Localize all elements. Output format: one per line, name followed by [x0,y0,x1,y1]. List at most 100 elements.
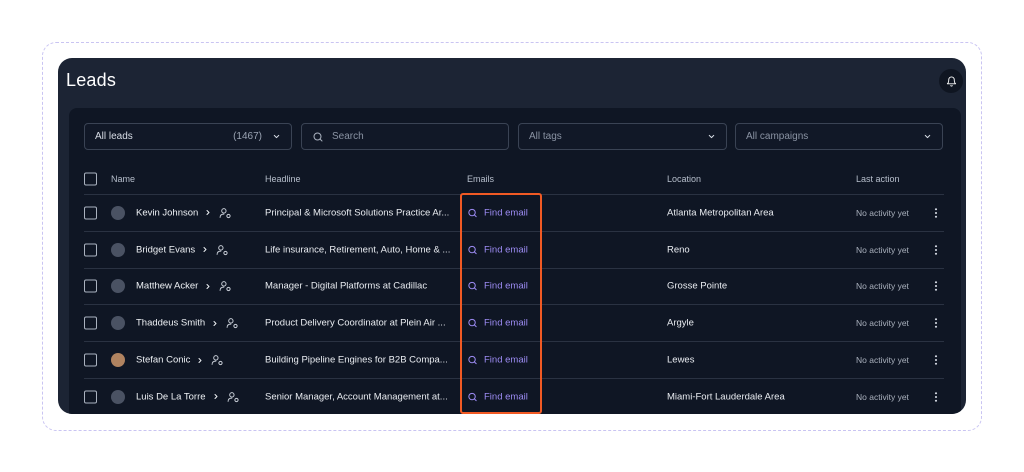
lead-location: Grosse Pointe [667,280,728,292]
more-vertical-icon[interactable] [933,391,939,403]
user-settings-icon[interactable] [226,317,239,330]
row-checkbox[interactable] [84,390,97,404]
more-vertical-icon[interactable] [933,280,939,292]
chevron-right-icon [206,210,210,216]
find-email-button[interactable]: Find email [467,355,528,366]
row-checkbox[interactable] [84,243,97,257]
table-header: Name Headline Emails Location Last actio… [84,163,944,195]
tags-select[interactable]: All tags [518,123,727,150]
user-settings-icon[interactable] [227,390,240,403]
notifications-button[interactable] [939,69,963,93]
table-row[interactable]: Stefan Conic Building Pipeline Engines f… [84,342,944,379]
leads-list-label: All leads [95,131,133,142]
leads-app: Leads All leads (1467) Search All tags A… [58,58,966,414]
search-icon [468,392,477,402]
campaigns-select[interactable]: All campaigns [735,123,943,150]
lead-headline: Product Delivery Coordinator at Plein Ai… [265,317,446,329]
avatar [111,353,125,368]
more-vertical-icon[interactable] [933,317,939,329]
search-placeholder: Search [332,131,364,142]
leads-list-select[interactable]: All leads (1467) [84,123,292,150]
more-vertical-icon[interactable] [933,244,939,256]
header-headline[interactable]: Headline [265,174,301,184]
campaigns-label: All campaigns [746,131,809,142]
find-email-label: Find email [484,280,528,292]
search-icon [468,245,477,254]
avatar [111,205,125,220]
lead-location: Reno [667,244,690,256]
lead-headline: Principal & Microsoft Solutions Practice… [265,207,450,219]
header-name[interactable]: Name [111,174,135,184]
page-title: Leads [66,70,117,90]
find-email-button[interactable]: Find email [467,207,528,218]
chevron-down-icon [708,134,715,139]
search-icon [313,132,323,141]
lead-name: Matthew Acker [136,280,199,292]
user-settings-icon[interactable] [219,280,232,293]
avatar [111,279,125,294]
more-vertical-icon[interactable] [933,207,939,219]
lead-name-link[interactable]: Stefan Conic [136,354,224,367]
header-location[interactable]: Location [667,174,701,184]
lead-name-link[interactable]: Matthew Acker [136,280,232,293]
row-checkbox[interactable] [84,279,97,293]
lead-name: Thaddeus Smith [136,317,206,329]
leads-count: (1467) [233,131,262,142]
row-checkbox[interactable] [84,206,97,220]
find-email-button[interactable]: Find email [467,318,528,329]
lead-headline: Life insurance, Retirement, Auto, Home &… [265,244,451,256]
avatar [111,389,125,404]
search-icon [468,208,477,218]
find-email-label: Find email [484,317,528,329]
table-row[interactable]: Kevin Johnson Principal & Microsoft Solu… [84,195,944,232]
find-email-button[interactable]: Find email [467,391,528,402]
table-row[interactable]: Luis De La Torre Senior Manager, Account… [84,379,944,414]
find-email-label: Find email [484,391,528,403]
lead-headline: Senior Manager, Account Management at... [265,391,448,403]
tags-label: All tags [529,131,562,142]
bell-icon [946,76,956,87]
avatar [111,316,125,331]
user-settings-icon[interactable] [219,206,232,219]
table-row[interactable]: Matthew Acker Manager - Digital Platform… [84,269,944,306]
row-checkbox[interactable] [84,353,97,367]
lead-name-link[interactable]: Thaddeus Smith [136,317,239,330]
last-action: No activity yet [856,207,909,218]
lead-location: Argyle [667,317,694,329]
lead-name-link[interactable]: Luis De La Torre [136,390,240,403]
chevron-down-icon [273,134,280,139]
search-input[interactable]: Search [301,123,509,150]
find-email-button[interactable]: Find email [467,244,528,255]
table-row[interactable]: Bridget Evans Life insurance, Retirement… [84,232,944,269]
lead-name: Luis De La Torre [136,391,206,403]
header-last-action[interactable]: Last action [856,174,900,184]
lead-name-link[interactable]: Bridget Evans [136,243,229,256]
lead-headline: Building Pipeline Engines for B2B Compa.… [265,354,448,366]
table-row[interactable]: Thaddeus Smith Product Delivery Coordina… [84,305,944,343]
row-checkbox[interactable] [84,316,97,330]
lead-name: Stefan Conic [136,354,191,366]
chevron-right-icon [203,247,207,253]
chevron-right-icon [198,357,202,363]
chevron-right-icon [206,283,210,289]
user-settings-icon[interactable] [211,354,224,367]
find-email-button[interactable]: Find email [467,281,528,292]
lead-name-link[interactable]: Kevin Johnson [136,206,232,219]
leads-table: Name Headline Emails Location Last actio… [84,163,944,414]
header-emails[interactable]: Emails [467,174,494,184]
last-action: No activity yet [856,318,909,329]
chevron-down-icon [924,134,931,139]
lead-name: Kevin Johnson [136,207,199,219]
lead-name: Bridget Evans [136,244,196,256]
user-settings-icon[interactable] [216,243,229,256]
search-icon [468,282,477,291]
last-action: No activity yet [856,244,909,255]
lead-location: Atlanta Metropolitan Area [667,207,774,219]
find-email-label: Find email [484,354,528,366]
search-icon [468,319,477,328]
leads-panel: All leads (1467) Search All tags All cam… [69,108,961,414]
last-action: No activity yet [856,281,909,292]
avatar [111,242,125,257]
select-all-checkbox[interactable] [84,172,97,185]
more-vertical-icon[interactable] [933,354,939,366]
